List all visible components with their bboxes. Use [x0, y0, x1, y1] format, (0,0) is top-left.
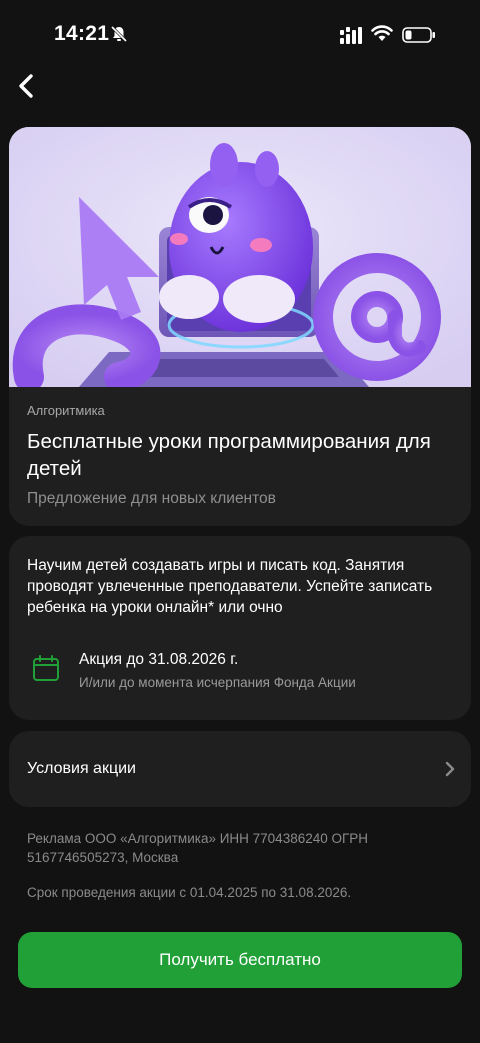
- offer-description: Научим детей создавать игры и писать код…: [27, 557, 433, 616]
- terms-row[interactable]: Условия акции: [9, 731, 471, 807]
- offer-illustration: [9, 127, 471, 387]
- promo-end-date: Акция до 31.08.2026 г.: [79, 651, 239, 668]
- ad-disclaimer: Реклама ООО «Алгоритмика» ИНН 7704386240…: [27, 831, 369, 865]
- offer-subtitle: Предложение для новых клиентов: [27, 490, 276, 507]
- battery-icon: [402, 27, 435, 43]
- chevron-left-icon: [19, 74, 33, 98]
- chevron-right-icon: [445, 761, 455, 777]
- get-free-button[interactable]: Получить бесплатно: [18, 932, 462, 988]
- promo-screen: 14:21 Алгоритмика Бесплатные уроки прогр…: [0, 0, 480, 1043]
- wifi-icon: [371, 25, 393, 41]
- calendar-icon: [33, 655, 59, 681]
- promo-note: И/или до момента исчерпания Фонда Акции: [79, 675, 356, 690]
- offer-card: Алгоритмика Бесплатные уроки программиро…: [9, 127, 471, 526]
- terms-label: Условия акции: [27, 760, 136, 777]
- status-bar: 14:21: [0, 0, 480, 60]
- back-button[interactable]: [8, 66, 44, 106]
- brand-name: Алгоритмика: [27, 403, 105, 418]
- status-time: 14:21: [54, 22, 110, 45]
- mute-bell-icon: [110, 25, 128, 43]
- offer-title: Бесплатные уроки программирования для де…: [27, 430, 431, 480]
- promo-period: Срок проведения акции с 01.04.2025 по 31…: [27, 885, 352, 900]
- signal-icon: [340, 27, 362, 44]
- offer-details-card: Научим детей создавать игры и писать код…: [9, 536, 471, 720]
